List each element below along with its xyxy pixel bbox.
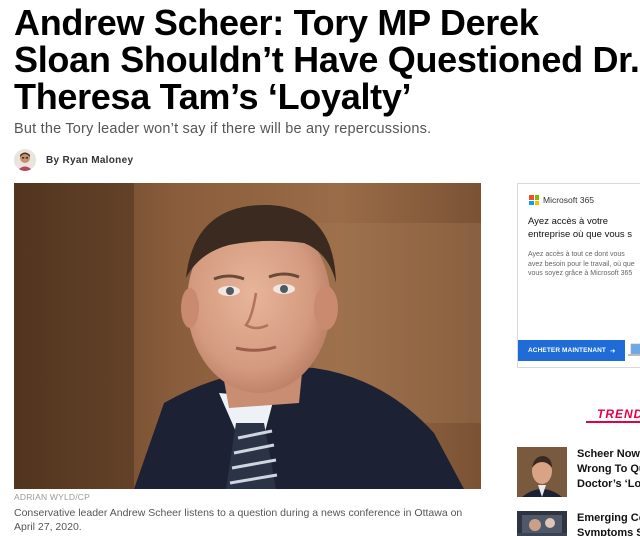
advertisement[interactable]: Microsoft 365 Ayez accès à votre entrepr… bbox=[517, 183, 640, 368]
article-dek: But the Tory leader won’t say if there w… bbox=[14, 121, 432, 137]
author-name[interactable]: By Ryan Maloney bbox=[46, 155, 133, 166]
ad-brand: Microsoft 365 bbox=[529, 195, 594, 205]
microsoft-logo-icon bbox=[529, 195, 539, 205]
byline: By Ryan Maloney bbox=[14, 148, 133, 172]
ad-brand-name: Microsoft 365 bbox=[543, 195, 595, 205]
trending-header: TREND bbox=[586, 405, 640, 425]
story-title-line: Doctor’s ‘Loy bbox=[577, 478, 640, 490]
ad-body: Ayez accès à tout ce dont vous avez beso… bbox=[528, 251, 635, 277]
laptop-icon bbox=[628, 343, 640, 356]
story-title-line: Wrong To Qu bbox=[577, 463, 640, 475]
ad-cta-label: ACHETER MAINTENANT bbox=[528, 347, 606, 354]
story-title[interactable]: Emerging Co Symptoms S bbox=[577, 511, 640, 536]
story-title[interactable]: Scheer Now Wrong To Qu Doctor’s ‘Loy bbox=[577, 447, 640, 492]
story-title-line: Symptoms S bbox=[577, 527, 640, 536]
photo-caption: Conservative leader Andrew Scheer listen… bbox=[14, 507, 463, 533]
trending-label: TREND bbox=[597, 407, 640, 421]
article-headline: Andrew Scheer: Tory MP Derek Sloan Shoul… bbox=[14, 2, 640, 117]
story-title-line: Emerging Co bbox=[577, 512, 640, 524]
author-avatar[interactable] bbox=[14, 149, 36, 171]
ad-title-line: Ayez accès à votre bbox=[528, 216, 609, 227]
ad-title-line: entreprise où que vous s bbox=[528, 229, 633, 240]
trending-story[interactable]: Emerging Co Symptoms S bbox=[517, 511, 640, 536]
arrow-right-icon: ➔ bbox=[610, 347, 616, 355]
photo-credit: ADRIAN WYLD/CP bbox=[14, 492, 91, 502]
story-title-line: Scheer Now bbox=[577, 448, 640, 460]
ad-cta-button[interactable]: ACHETER MAINTENANT ➔ bbox=[518, 340, 625, 361]
story-thumbnail[interactable] bbox=[517, 511, 567, 536]
story-thumbnail[interactable] bbox=[517, 447, 567, 497]
ad-title: Ayez accès à votre entreprise où que vou… bbox=[528, 215, 640, 241]
trending-story[interactable]: Scheer Now Wrong To Qu Doctor’s ‘Loy bbox=[517, 447, 640, 497]
article-photo bbox=[14, 183, 481, 489]
